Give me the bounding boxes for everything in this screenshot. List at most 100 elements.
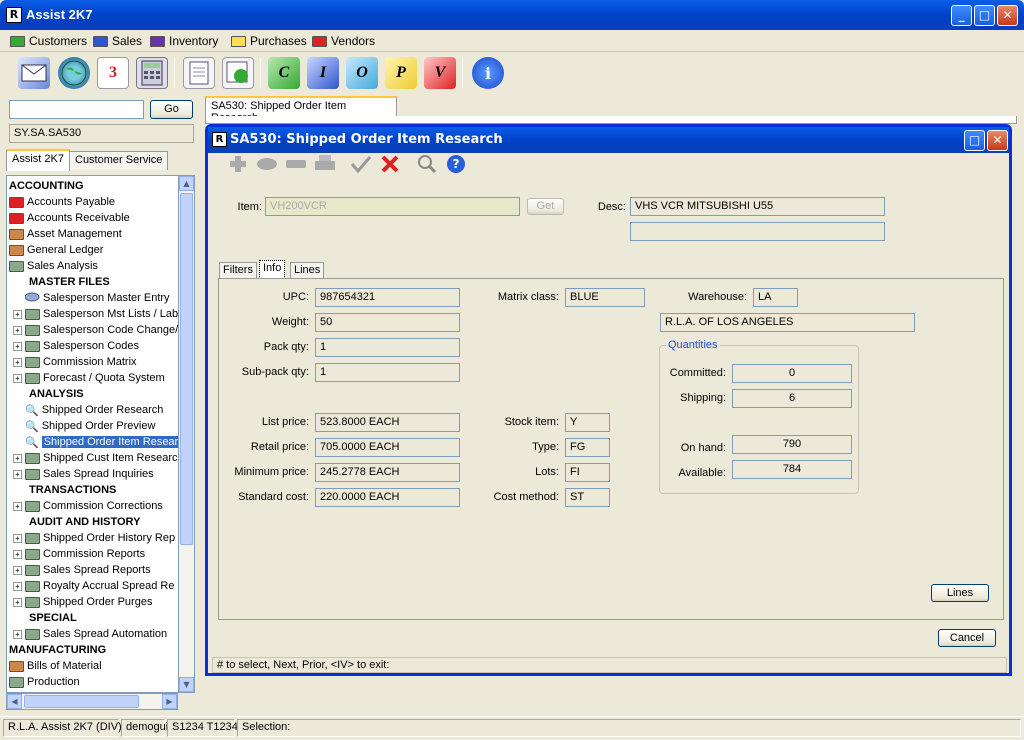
tree-item[interactable]: + Commission Corrections [13,498,163,514]
tree-item[interactable]: +🔍Shipped Order Item Resear [13,434,178,450]
info-icon[interactable]: i [472,57,504,89]
order-o-icon[interactable]: O [346,57,378,89]
vendor-v-icon[interactable]: V [424,57,456,89]
search-input[interactable] [9,100,144,119]
tree-item[interactable]: Accounts Receivable [9,210,130,226]
tree-item[interactable]: + Shipped Order Purges [13,594,152,610]
tab-info[interactable]: Info [259,260,286,279]
lots-label: Lots: [535,466,559,478]
tree-item[interactable]: + Shipped Order History Rep [13,530,175,546]
item-input[interactable]: VH200VCR [265,197,520,216]
sa530-maximize-button[interactable]: □ [964,130,985,151]
customer-c-icon[interactable]: C [268,57,300,89]
minimize-button[interactable]: _ [951,5,972,26]
tree-item[interactable]: Production [9,674,80,690]
tree-item[interactable]: Sales Analysis [9,258,98,274]
go-button[interactable]: Go [150,100,193,119]
search-icon[interactable] [415,152,439,176]
tree-item[interactable]: Bills of Material [9,658,102,674]
purchase-p-icon[interactable]: P [385,57,417,89]
help-icon[interactable]: ? [444,152,468,176]
lines-button[interactable]: Lines [931,584,989,602]
folder-icon [93,35,108,47]
tree-item-label: MASTER FILES [29,276,110,288]
tree-item[interactable]: + Sales Spread Reports [13,562,151,578]
cancel-icon[interactable] [378,152,402,176]
tab-customer-service[interactable]: Customer Service [69,151,169,170]
tree-item[interactable]: + Royalty Accrual Spread Re [13,578,174,594]
tab-sa530[interactable]: SA530: Shipped Order Item Research [205,96,397,124]
tree-item-label: Forecast / Quota System [43,372,165,384]
tree-item[interactable]: + Sales Spread Automation [13,626,167,642]
tab-assist-2k7[interactable]: Assist 2K7 [6,149,70,171]
scroll-right-icon[interactable]: ▶ [162,694,177,709]
menu-purchases[interactable]: Purchases [231,33,307,49]
scroll-down-icon[interactable]: ▼ [179,677,194,692]
subpack-qty-label: Sub-pack qty: [241,366,309,378]
sa530-close-button[interactable]: ✕ [987,130,1008,151]
globe-icon[interactable] [58,57,90,89]
scroll-up-icon[interactable]: ▲ [179,176,194,191]
sa530-window: R SA530: Shipped Order Item Research □ ✕… [205,124,1012,676]
check-icon[interactable] [349,152,373,176]
tree-vertical-scrollbar[interactable]: ▲ ▼ [178,175,195,693]
tree-item[interactable]: + Shipped Cust Item Researc [13,450,178,466]
calendar-icon[interactable]: 3 [97,57,129,89]
expand-icon[interactable]: + [13,357,22,367]
expand-icon[interactable]: + [13,533,22,543]
copy-icon[interactable] [255,152,279,176]
tree-item[interactable]: +🔍Shipped Order Research [13,402,163,418]
expand-icon[interactable]: + [13,469,22,479]
add-icon[interactable] [226,152,250,176]
tree-item[interactable]: + Forecast / Quota System [13,370,165,386]
tree-horizontal-scrollbar[interactable]: ◀ ▶ [6,693,178,710]
tree-item[interactable]: + Commission Reports [13,546,145,562]
maximize-button[interactable]: □ [974,5,995,26]
expand-icon[interactable]: + [13,629,22,639]
expand-icon[interactable]: + [13,549,22,559]
expand-icon[interactable]: + [13,341,22,351]
committed-label: Committed: [669,367,726,379]
expand-icon[interactable]: + [13,373,22,383]
expand-icon[interactable]: + [13,565,22,575]
scroll-left-icon[interactable]: ◀ [7,694,22,709]
tree-item-label: Sales Spread Reports [43,564,151,576]
tree-item-label: MANUFACTURING [9,644,107,656]
menu-customers[interactable]: Customers [10,33,87,49]
hscroll-thumb[interactable] [24,695,139,708]
tree-item[interactable]: Accounts Payable [9,194,115,210]
inventory-i-icon[interactable]: I [307,57,339,89]
delete-icon[interactable] [284,152,308,176]
print-icon[interactable] [313,152,337,176]
menu-inventory[interactable]: Inventory [150,33,218,49]
tree-item[interactable]: Asset Management [9,226,122,242]
tab-filters[interactable]: Filters [219,262,257,279]
menu-vendors[interactable]: Vendors [312,33,375,49]
weight-label: Weight: [271,316,309,328]
menu-sales[interactable]: Sales [93,33,142,49]
expand-icon[interactable]: + [13,453,22,463]
expand-icon[interactable]: + [13,581,22,591]
expand-icon[interactable]: + [13,597,22,607]
tree-item[interactable]: + Salesperson Code Change/ [13,322,178,338]
scroll-thumb[interactable] [180,193,193,545]
tree-item[interactable]: + Commission Matrix [13,354,137,370]
get-button[interactable]: Get [527,198,564,215]
tab-lines[interactable]: Lines [290,262,325,279]
tree-item[interactable]: +Salesperson Master Entry [13,290,170,306]
calculator-icon[interactable] [136,57,168,89]
expand-icon[interactable]: + [13,325,22,335]
tree-item[interactable]: + Sales Spread Inquiries [13,466,154,482]
report-icon[interactable] [183,57,215,89]
tree-item[interactable]: +🔍Shipped Order Preview [13,418,155,434]
tree-item[interactable]: General Ledger [9,242,103,258]
expand-icon[interactable]: + [13,501,22,511]
tree-item[interactable]: + Salesperson Mst Lists / Lab [13,306,178,322]
cancel-button[interactable]: Cancel [938,629,996,647]
chart-icon[interactable] [222,57,254,89]
mail-icon[interactable] [18,57,50,89]
tree-item[interactable]: + Salesperson Codes [13,338,139,354]
expand-icon[interactable]: + [13,309,22,319]
close-button[interactable]: ✕ [997,5,1018,26]
magnifier-icon: 🔍 [25,404,39,417]
